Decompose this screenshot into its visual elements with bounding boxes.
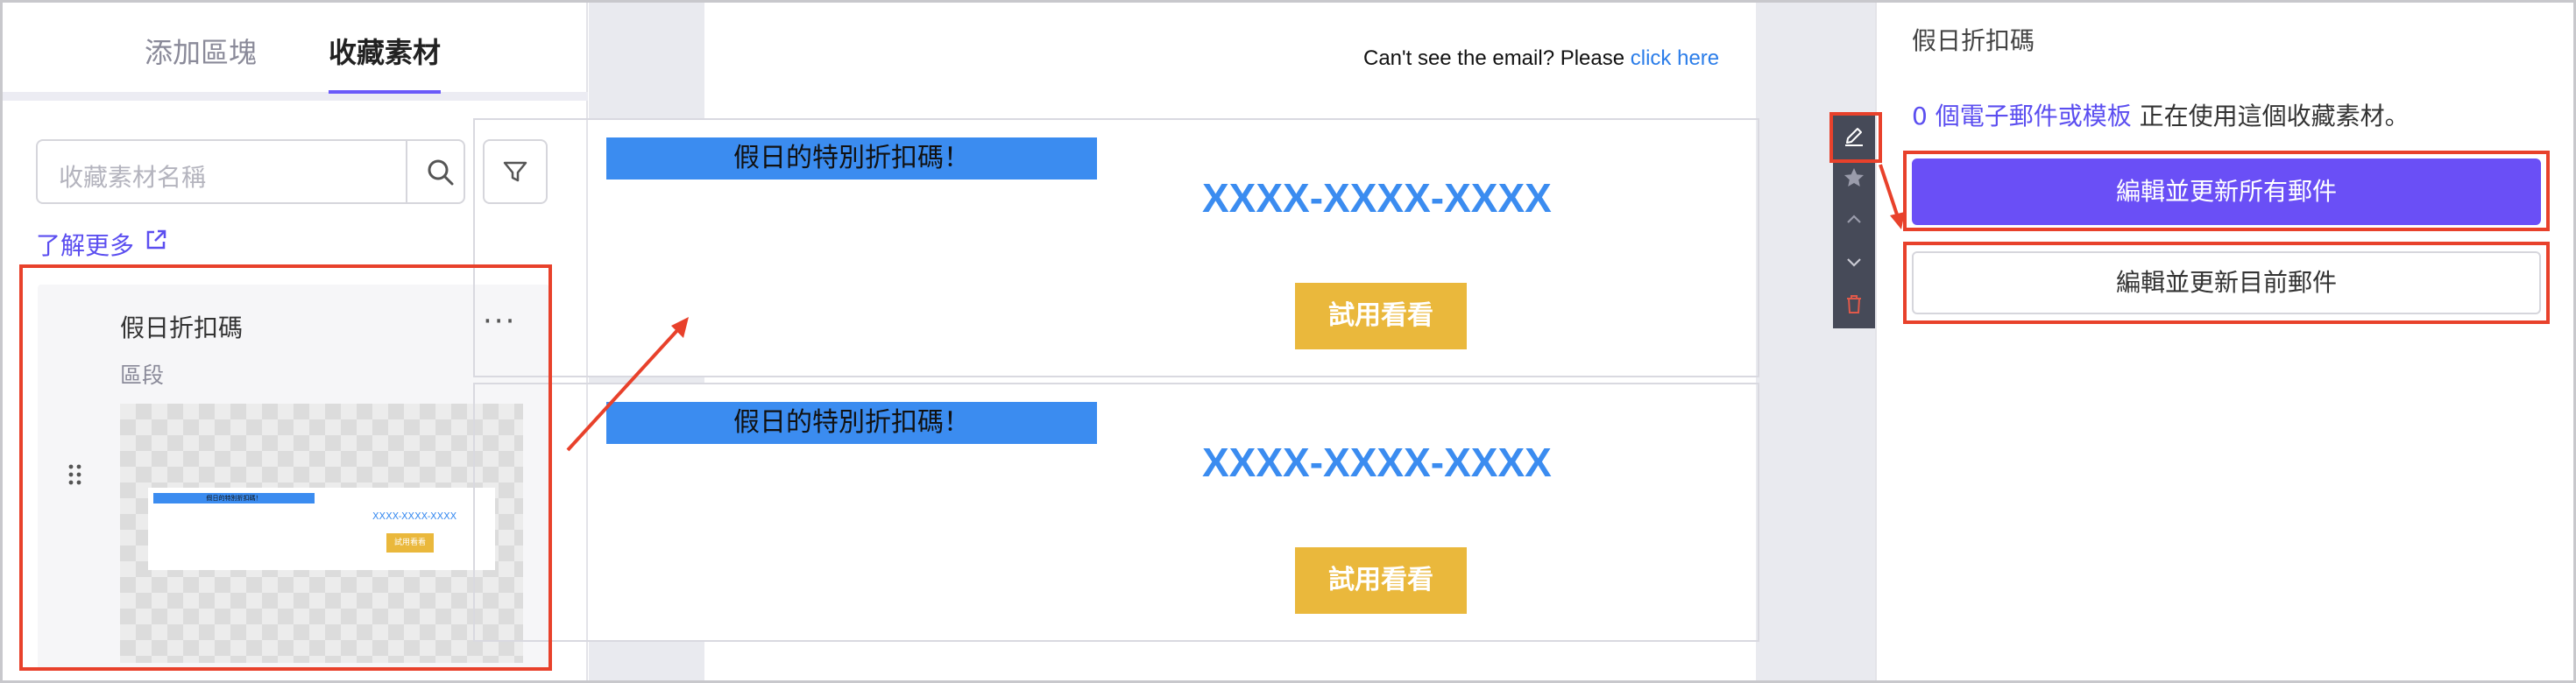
external-link-icon[interactable] xyxy=(143,227,169,253)
search-placeholder: 收藏素材名稱 xyxy=(59,163,207,192)
material-title: 假日折扣碼 xyxy=(1912,26,2035,55)
search-divider xyxy=(406,141,407,202)
delete-button[interactable] xyxy=(1833,283,1875,325)
edit-update-all-button[interactable]: 編輯並更新所有郵件 xyxy=(1912,158,2541,225)
view-online-text: Can't see the email? Please click here xyxy=(1363,46,1719,71)
search-icon[interactable] xyxy=(423,155,458,190)
section-banner: 假日的特別折扣碼！ xyxy=(606,137,1097,180)
trash-icon xyxy=(1847,295,1861,313)
discount-code: XXXX-XXXX-XXXX xyxy=(1202,440,1552,485)
try-button[interactable]: 試用看看 xyxy=(1295,283,1467,349)
section-content: 假日的特別折扣碼！ XXXX-XXXX-XXXX 試用看看 xyxy=(589,384,1640,640)
move-up-button[interactable] xyxy=(1833,199,1875,241)
section-content: 假日的特別折扣碼！ XXXX-XXXX-XXXX 試用看看 xyxy=(589,120,1640,376)
active-tab-indicator xyxy=(329,90,441,94)
card-title: 假日折扣碼 xyxy=(120,313,244,342)
usage-text: 正在使用這個收藏素材。 xyxy=(2131,102,2410,130)
thumbnail-banner: 假日的特別折扣碼！ xyxy=(153,493,315,503)
move-down-button[interactable] xyxy=(1833,241,1875,283)
star-icon xyxy=(1844,168,1864,187)
usage-info: 0 個電子郵件或模板 正在使用這個收藏素材。 xyxy=(1912,97,2410,132)
chevron-up-icon xyxy=(1847,215,1861,223)
card-thumbnail: 假日的特別折扣碼！ XXXX-XXXX-XXXX 試用看看 xyxy=(120,404,523,663)
thumbnail-button: 試用看看 xyxy=(386,533,434,553)
tab-saved-materials[interactable]: 收藏素材 xyxy=(329,31,441,71)
view-online-link[interactable]: click here xyxy=(1631,46,1719,70)
save-to-favorites-button[interactable] xyxy=(1833,157,1875,199)
email-section[interactable]: 假日的特別折扣碼！ XXXX-XXXX-XXXX 試用看看 xyxy=(473,118,1759,377)
section-banner: 假日的特別折扣碼！ xyxy=(606,402,1097,444)
email-header: Can't see the email? Please click here xyxy=(704,3,1756,118)
email-section[interactable]: 假日的特別折扣碼！ XXXX-XXXX-XXXX 試用看看 xyxy=(473,383,1759,642)
search-input[interactable]: 收藏素材名稱 xyxy=(36,139,465,204)
card-type-label: 區段 xyxy=(120,363,165,388)
material-settings-panel: 假日折扣碼 0 個電子郵件或模板 正在使用這個收藏素材。 編輯並更新所有郵件 編… xyxy=(1875,3,2573,680)
edit-button[interactable] xyxy=(1833,115,1875,157)
email-canvas: Can't see the email? Please click here 假… xyxy=(473,3,1875,680)
tab-add-blocks[interactable]: 添加區塊 xyxy=(145,31,257,71)
discount-code: XXXX-XXXX-XXXX xyxy=(1202,175,1552,221)
view-online-label: Can't see the email? Please xyxy=(1363,46,1625,70)
learn-more-link[interactable]: 了解更多 xyxy=(36,227,134,262)
pencil-icon xyxy=(1845,128,1863,146)
panel-tabs: 添加區塊 收藏素材 xyxy=(3,3,588,101)
drag-handle-icon[interactable] xyxy=(67,463,83,486)
thumbnail-code: XXXX-XXXX-XXXX xyxy=(372,510,457,522)
edit-update-current-button[interactable]: 編輯並更新目前郵件 xyxy=(1912,251,2541,314)
thumbnail-preview: 假日的特別折扣碼！ XXXX-XXXX-XXXX 試用看看 xyxy=(148,488,495,570)
section-toolbar xyxy=(1833,115,1875,328)
chevron-down-icon xyxy=(1847,258,1861,267)
usage-count-link[interactable]: 0 個電子郵件或模板 xyxy=(1912,102,2132,130)
try-button[interactable]: 試用看看 xyxy=(1295,547,1467,614)
